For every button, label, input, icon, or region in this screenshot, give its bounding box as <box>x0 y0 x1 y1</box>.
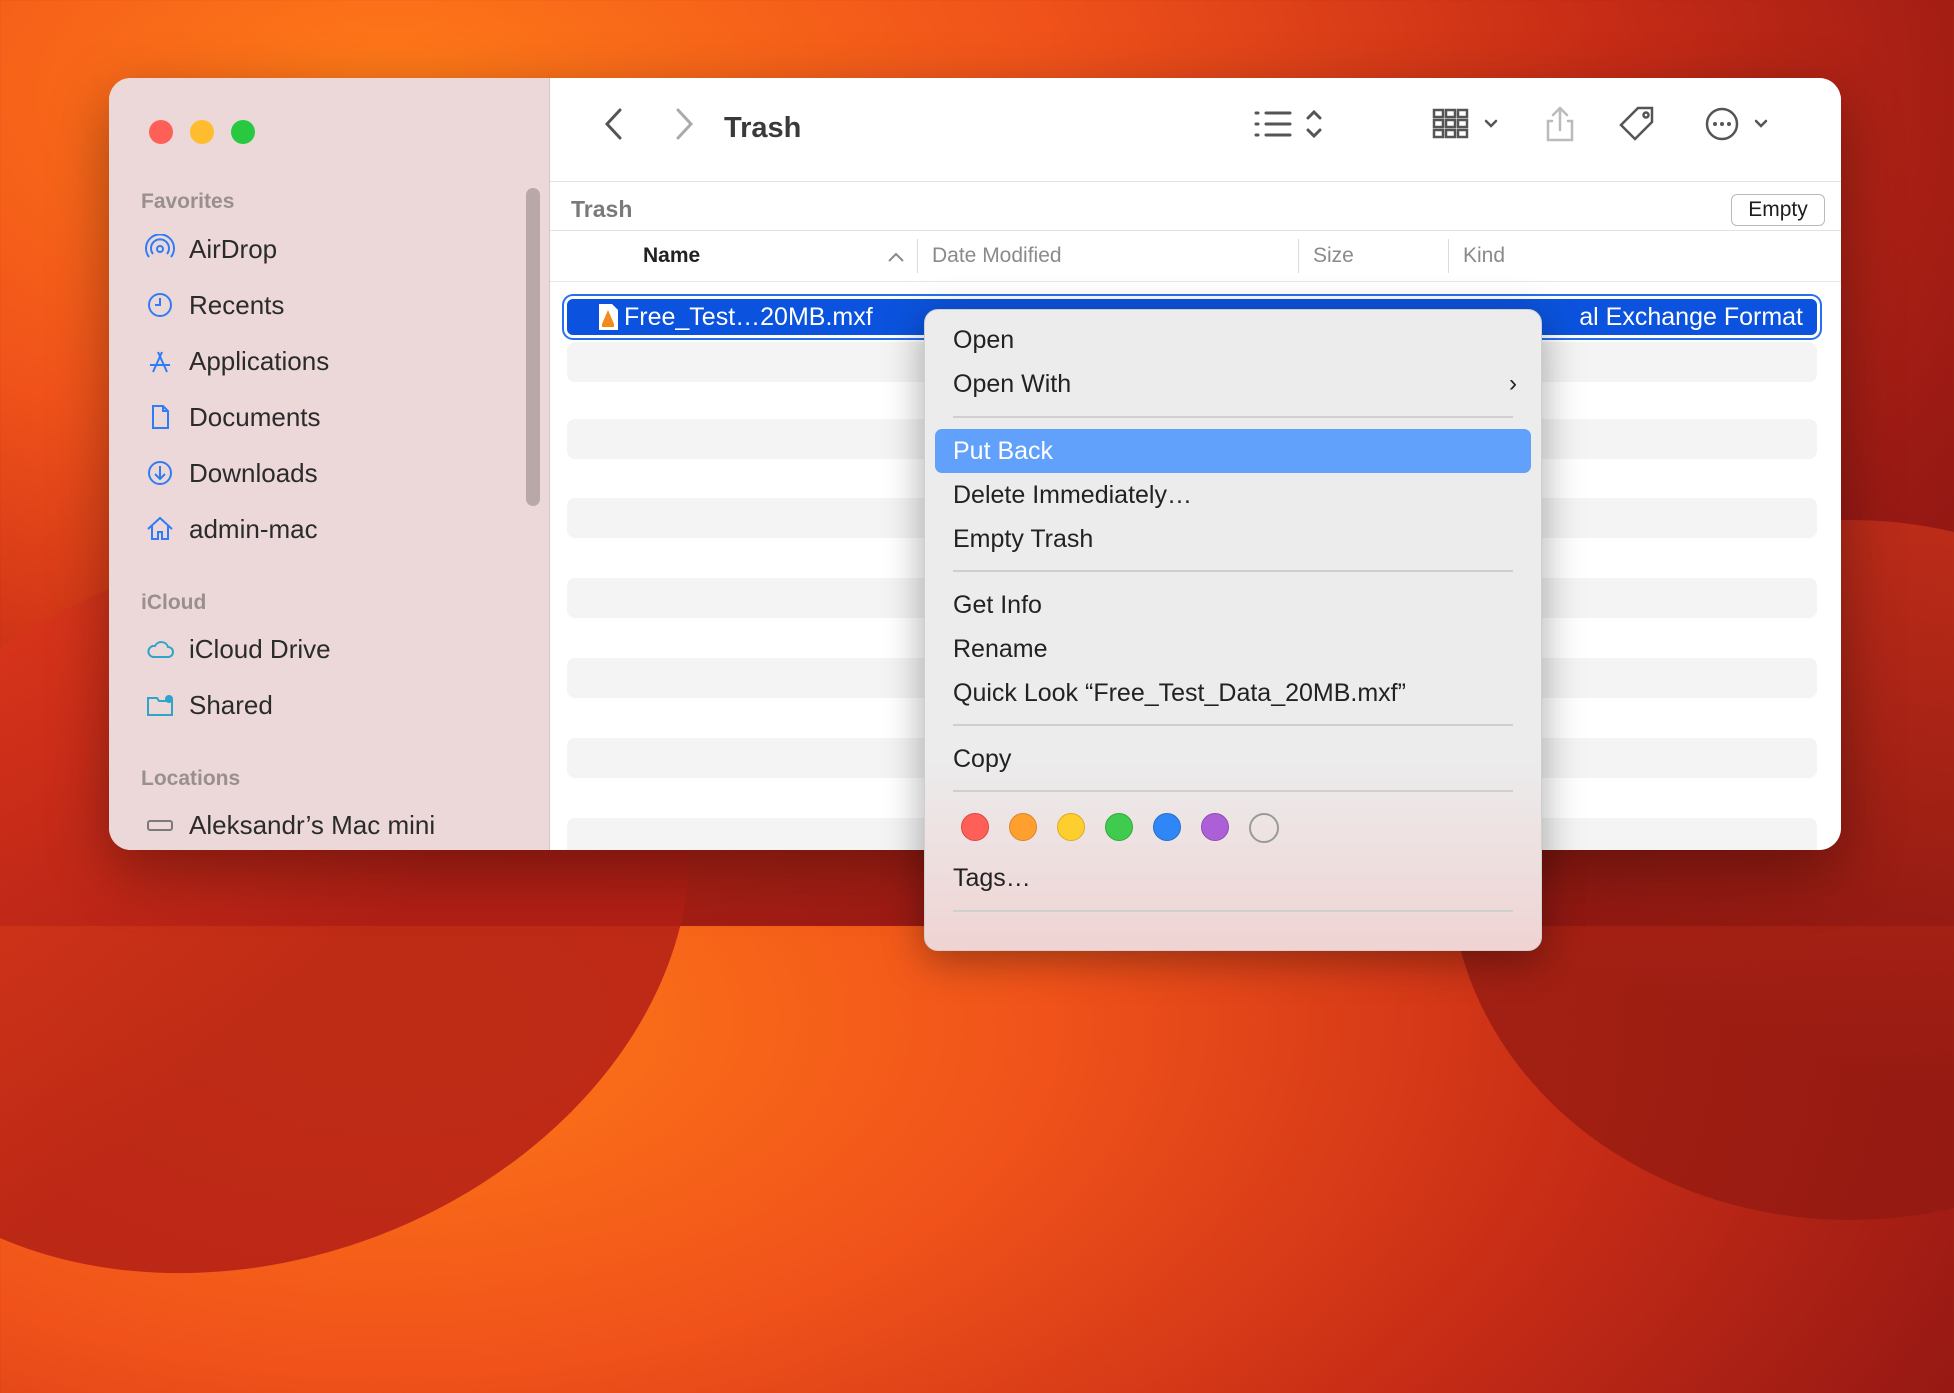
sidebar-item-label: Applications <box>189 345 330 376</box>
favorites-header: Favorites <box>141 190 235 213</box>
chevron-right-icon <box>676 108 694 140</box>
ellipsis-circle-icon <box>1705 107 1768 141</box>
applications-icon <box>150 351 170 373</box>
sidebar-item-downloads[interactable]: Downloads <box>145 453 318 493</box>
shared-folder-icon <box>147 695 173 716</box>
clock-icon <box>148 293 172 317</box>
sidebar-item-icloud-drive[interactable]: iCloud Drive <box>145 629 331 669</box>
tags-button[interactable] <box>1618 104 1658 144</box>
tag-orange[interactable] <box>1009 813 1037 841</box>
sidebar-item-admin-mac[interactable]: admin-mac <box>145 509 318 549</box>
menu-item-rename[interactable]: Rename <box>935 627 1531 671</box>
sort-ascending-icon <box>888 252 904 262</box>
back-button[interactable] <box>594 104 634 144</box>
document-icon <box>152 405 169 429</box>
chevron-left-icon <box>604 108 622 140</box>
column-date-modified[interactable]: Date Modified <box>932 231 1062 281</box>
menu-item-empty-trash[interactable]: Empty Trash <box>935 517 1531 561</box>
chevron-right-icon: › <box>1509 370 1517 397</box>
forward-button[interactable] <box>664 104 704 144</box>
tag-color-picker <box>961 813 1279 843</box>
cloud-icon <box>147 641 174 658</box>
sidebar-item-label: AirDrop <box>189 233 278 264</box>
window-title: Trash <box>724 112 802 144</box>
view-options-button[interactable] <box>1252 104 1332 144</box>
file-name: Free_Test…20MB.mxf <box>624 303 873 331</box>
menu-item-open-with[interactable]: Open With › <box>935 362 1531 406</box>
sidebar-scrollbar[interactable] <box>526 188 540 506</box>
tag-blue[interactable] <box>1153 813 1181 841</box>
menu-item-copy[interactable]: Copy <box>935 737 1531 781</box>
download-icon <box>148 461 172 485</box>
column-name[interactable]: Name <box>643 231 700 281</box>
icloud-header: iCloud <box>141 591 207 614</box>
traffic-lights <box>149 120 255 144</box>
sidebar-item-label: Recents <box>189 289 285 320</box>
tag-yellow[interactable] <box>1057 813 1085 841</box>
close-button[interactable] <box>149 120 173 144</box>
path-bar: Trash Empty <box>550 182 1841 231</box>
locations-header: Locations <box>141 767 241 790</box>
column-size[interactable]: Size <box>1313 231 1354 281</box>
sidebar-item-label: admin-mac <box>189 513 318 544</box>
sidebar-item-shared[interactable]: Shared <box>145 685 273 725</box>
toolbar: Trash <box>550 78 1841 182</box>
menu-item-label: Copy <box>953 745 1012 773</box>
menu-item-label: Empty Trash <box>953 525 1094 553</box>
sidebar-item-label: Shared <box>189 689 273 720</box>
sidebar-item-label: Downloads <box>189 457 318 488</box>
menu-item-label: Rename <box>953 635 1048 663</box>
tag-purple[interactable] <box>1201 813 1229 841</box>
list-view-icon <box>1254 109 1322 139</box>
sidebar-item-airdrop[interactable]: AirDrop <box>145 229 277 269</box>
menu-item-open[interactable]: Open <box>935 318 1531 362</box>
share-icon <box>1546 106 1574 142</box>
grid-icon <box>1432 108 1498 139</box>
menu-item-label: Delete Immediately… <box>953 481 1192 509</box>
menu-item-delete-immediately[interactable]: Delete Immediately… <box>935 473 1531 517</box>
mxf-file-icon <box>599 304 618 330</box>
minimize-button[interactable] <box>190 120 214 144</box>
sidebar: Favorites AirDrop Recents Applications D… <box>109 78 550 850</box>
sidebar-item-label: Documents <box>189 401 321 432</box>
menu-item-put-back[interactable]: Put Back <box>935 429 1531 473</box>
menu-item-tags[interactable]: Tags… <box>935 856 1531 900</box>
menu-item-label: Put Back <box>953 437 1054 465</box>
airdrop-icon <box>145 234 175 258</box>
menu-item-label: Tags… <box>953 864 1031 892</box>
tag-icon <box>1619 106 1654 141</box>
zoom-button[interactable] <box>231 120 255 144</box>
tag-gray[interactable] <box>1249 813 1279 843</box>
sidebar-item-documents[interactable]: Documents <box>145 397 321 437</box>
menu-item-label: Open With <box>953 370 1072 398</box>
column-header: Name Date Modified Size Kind <box>550 231 1841 282</box>
sidebar-item-mac-mini[interactable]: Aleksandr’s Mac mini <box>145 805 435 845</box>
group-button[interactable] <box>1430 104 1510 144</box>
path-bar-label: Trash <box>571 196 633 222</box>
sidebar-item-label: Aleksandr’s Mac mini <box>189 809 436 840</box>
empty-trash-button[interactable]: Empty <box>1731 194 1825 226</box>
more-actions-button[interactable] <box>1704 104 1774 144</box>
menu-item-label: Open <box>953 326 1015 354</box>
sidebar-item-recents[interactable]: Recents <box>145 285 284 325</box>
menu-item-get-info[interactable]: Get Info <box>935 583 1531 627</box>
file-kind: al Exchange Format <box>1579 303 1803 331</box>
share-button[interactable] <box>1540 104 1580 144</box>
menu-item-label: Quick Look “Free_Test_Data_20MB.mxf” <box>953 679 1406 707</box>
column-kind[interactable]: Kind <box>1463 231 1505 281</box>
sidebar-item-applications[interactable]: Applications <box>145 341 329 381</box>
computer-icon <box>147 820 173 831</box>
context-menu: Open Open With › Put Back Delete Immedia… <box>924 309 1542 951</box>
sidebar-item-label: iCloud Drive <box>189 633 331 664</box>
menu-item-label: Get Info <box>953 591 1042 619</box>
home-icon <box>147 516 173 540</box>
tag-red[interactable] <box>961 813 989 841</box>
tag-green[interactable] <box>1105 813 1133 841</box>
menu-item-quick-look[interactable]: Quick Look “Free_Test_Data_20MB.mxf” <box>935 671 1531 715</box>
